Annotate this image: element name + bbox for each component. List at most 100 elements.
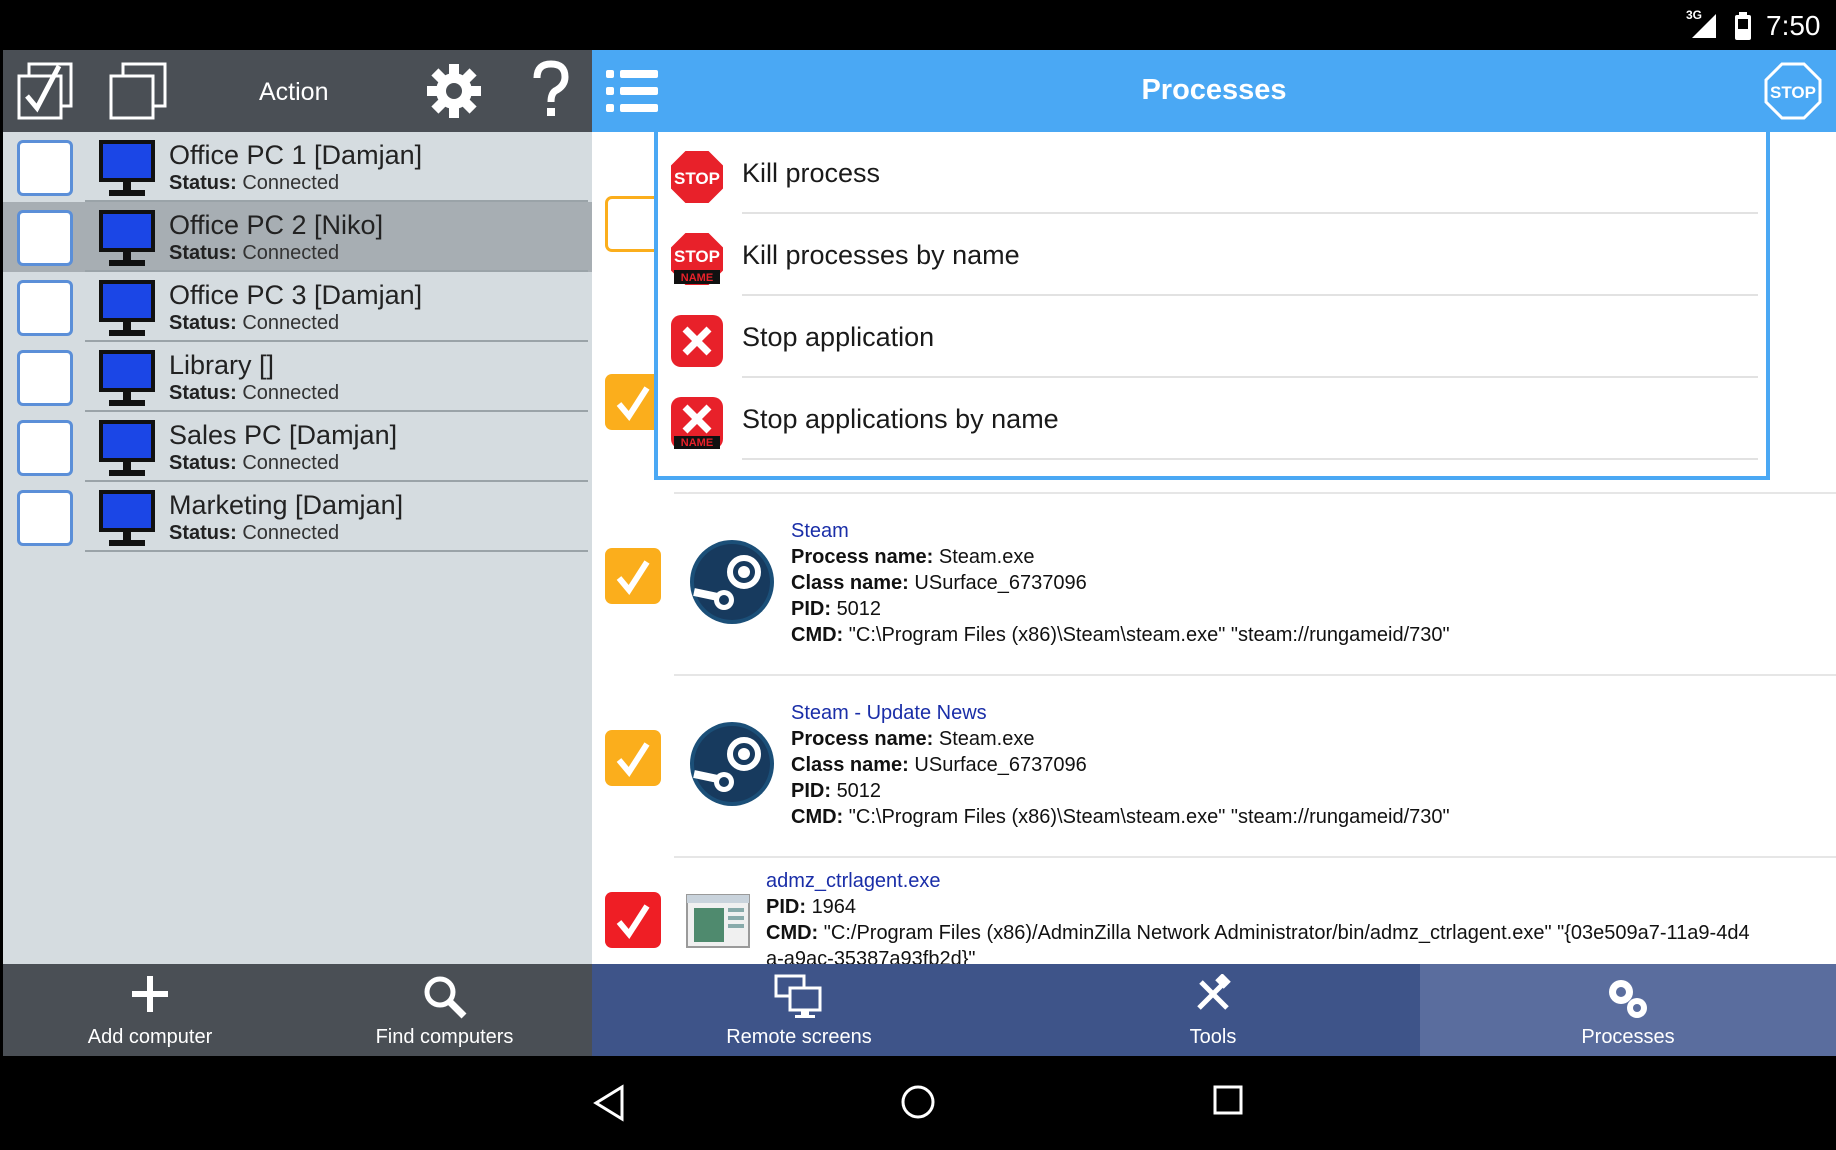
status-label: Status: xyxy=(169,382,237,404)
tab-processes[interactable]: Processes xyxy=(1420,964,1836,1056)
menu-item-kill-process[interactable]: STOP Kill process xyxy=(658,132,1766,214)
computer-checkbox[interactable] xyxy=(17,420,73,476)
tools-label: Tools xyxy=(1189,1026,1237,1048)
process-title: admz_ctrlagent.exe xyxy=(766,870,941,892)
field-label: Class name: xyxy=(791,754,909,776)
monitor-icon xyxy=(99,420,155,476)
home-icon[interactable] xyxy=(900,1084,936,1120)
computer-status: Status: Connected xyxy=(169,172,339,195)
computer-checkbox[interactable] xyxy=(17,210,73,266)
tab-remote-screens[interactable]: Remote screens xyxy=(592,964,1006,1056)
find-computers-label: Find computers xyxy=(375,1026,514,1048)
menu-item-stop-applications-by-name[interactable]: NAME Stop applications by name xyxy=(658,378,1766,460)
process-action-menu: STOP Kill process STOP NAME Kill process… xyxy=(654,132,1770,480)
menu-item-label: Stop application xyxy=(742,322,935,352)
computer-name: Sales PC [Damjan] xyxy=(169,420,398,450)
stop-sign-icon: STOP xyxy=(669,149,725,205)
computer-checkbox[interactable] xyxy=(17,490,73,546)
process-name-value: Steam.exe xyxy=(938,546,1035,568)
process-checkbox[interactable] xyxy=(605,892,661,948)
help-icon[interactable] xyxy=(531,60,571,122)
stop-button-icon[interactable]: STOP xyxy=(1764,62,1822,120)
select-none-icon[interactable] xyxy=(107,60,169,122)
menu-item-stop-application[interactable]: Stop application xyxy=(658,296,1766,378)
check-icon xyxy=(616,742,650,778)
computer-list-item[interactable]: Marketing [Damjan] Status: Connected xyxy=(3,482,592,552)
computer-list-item[interactable]: Office PC 3 [Damjan] Status: Connected xyxy=(3,272,592,342)
status-value: Connected xyxy=(242,522,340,544)
menu-item-label: Kill process xyxy=(742,158,881,188)
status-value: Connected xyxy=(242,172,340,194)
add-computer-button[interactable]: Add computer xyxy=(3,964,297,1056)
select-all-icon[interactable] xyxy=(15,60,77,122)
monitor-icon xyxy=(99,490,155,546)
svg-text:STOP: STOP xyxy=(674,169,720,188)
search-icon xyxy=(424,976,466,1019)
process-checkbox[interactable] xyxy=(605,548,661,604)
gear-icon[interactable] xyxy=(425,62,483,120)
svg-text:NAME: NAME xyxy=(681,272,713,284)
computer-checkbox[interactable] xyxy=(17,140,73,196)
computer-list-item[interactable]: Office PC 2 [Niko] Status: Connected xyxy=(3,202,592,272)
cmd-value: "C:\Program Files (x86)\Steam\steam.exe"… xyxy=(848,624,1450,646)
android-nav-bar xyxy=(0,1056,1836,1150)
processes-toolbar: Processes STOP xyxy=(592,50,1836,132)
computer-status: Status: Connected xyxy=(169,452,339,475)
computer-status: Status: Connected xyxy=(169,242,339,265)
status-label: Status: xyxy=(169,452,237,474)
status-label: Status: xyxy=(169,312,237,334)
svg-text:NAME: NAME xyxy=(681,437,713,449)
computer-list-item[interactable]: Sales PC [Damjan] Status: Connected xyxy=(3,412,592,482)
divider xyxy=(85,550,588,552)
cmd-value: "C:\Program Files (x86)\Steam\steam.exe"… xyxy=(848,806,1450,828)
computer-checkbox[interactable] xyxy=(17,280,73,336)
process-item[interactable]: admz_ctrlagent.exe PID: 1964 CMD: "C:/Pr… xyxy=(592,856,1836,964)
class-name-value: USurface_6737096 xyxy=(914,572,1087,594)
cmd-value-continued: a-a9ac-35387a93fb2d}" xyxy=(766,948,976,964)
check-icon xyxy=(616,386,650,422)
menu-item-kill-processes-by-name[interactable]: STOP NAME Kill processes by name xyxy=(658,214,1766,296)
computer-list-item[interactable]: Office PC 1 [Damjan] Status: Connected xyxy=(3,132,592,202)
process-title: Steam - Update News xyxy=(791,702,987,724)
field-label: Class name: xyxy=(791,572,909,594)
monitor-icon xyxy=(99,350,155,406)
status-value: Connected xyxy=(242,312,340,334)
process-checkbox[interactable] xyxy=(605,374,661,430)
field-label: PID: xyxy=(766,896,806,918)
svg-text:STOP: STOP xyxy=(674,247,720,266)
remote-screens-label: Remote screens xyxy=(726,1026,872,1048)
process-item[interactable]: Steam Process name: Steam.exe Class name… xyxy=(592,492,1836,674)
field-label: PID: xyxy=(791,780,831,802)
plus-icon xyxy=(132,976,168,1012)
computer-name: Office PC 1 [Damjan] xyxy=(169,140,423,170)
processes-label: Processes xyxy=(1581,1026,1675,1048)
clock: 7:50 xyxy=(1766,10,1821,41)
computer-status: Status: Connected xyxy=(169,382,339,405)
back-icon[interactable] xyxy=(592,1084,626,1122)
left-toolbar: Action xyxy=(3,50,592,132)
application-window-icon xyxy=(686,894,750,948)
add-computer-label: Add computer xyxy=(87,1026,213,1048)
battery-icon xyxy=(1735,12,1751,40)
page-title: Processes xyxy=(1141,74,1287,106)
monitor-icon xyxy=(99,140,155,196)
computer-name: Library [] xyxy=(169,350,275,380)
steam-icon xyxy=(690,722,774,806)
computer-checkbox[interactable] xyxy=(17,350,73,406)
field-label: CMD: xyxy=(791,624,844,646)
process-checkbox[interactable] xyxy=(605,730,661,786)
find-computers-button[interactable]: Find computers xyxy=(297,964,592,1056)
tab-tools[interactable]: Tools xyxy=(1006,964,1420,1056)
computer-name: Office PC 2 [Niko] xyxy=(169,210,384,240)
menu-item-label: Kill processes by name xyxy=(742,240,1020,270)
process-item[interactable]: Steam - Update News Process name: Steam.… xyxy=(592,674,1836,856)
status-label: Status: xyxy=(169,522,237,544)
menu-item-label: Stop applications by name xyxy=(742,404,1059,434)
pid-value: 5012 xyxy=(836,780,882,802)
action-button[interactable]: Action xyxy=(259,78,328,107)
process-checkbox[interactable] xyxy=(605,196,661,252)
recents-icon[interactable] xyxy=(1212,1084,1244,1116)
computer-status: Status: Connected xyxy=(169,522,339,545)
computer-list-item[interactable]: Library [] Status: Connected xyxy=(3,342,592,412)
computer-name: Office PC 3 [Damjan] xyxy=(169,280,423,310)
